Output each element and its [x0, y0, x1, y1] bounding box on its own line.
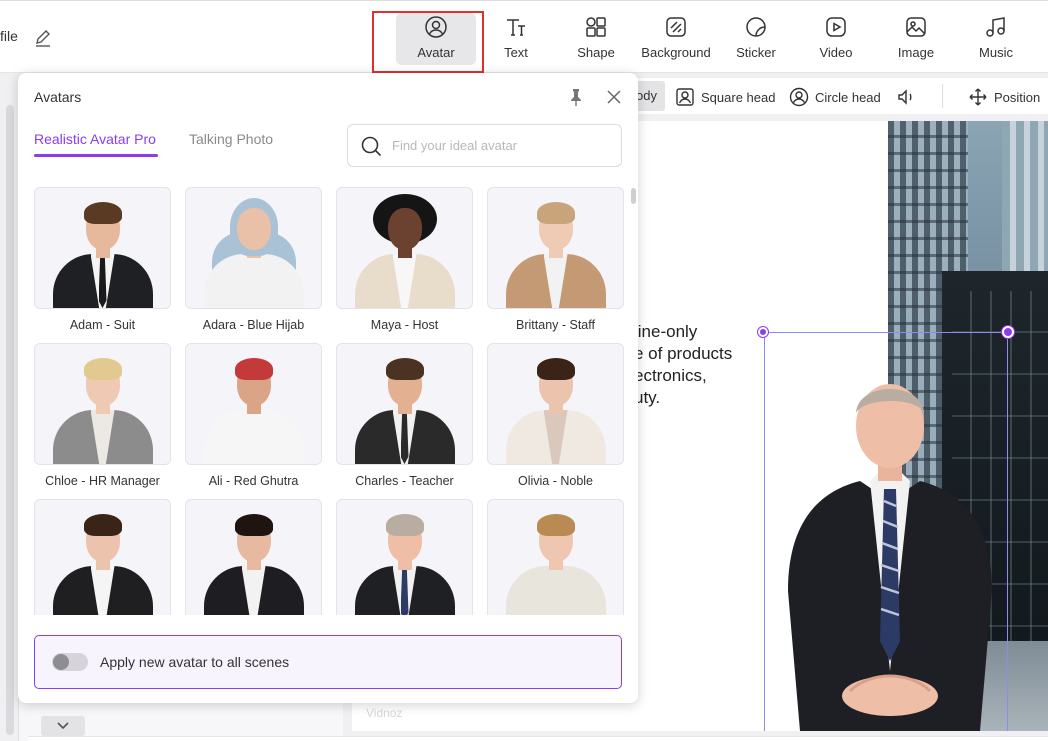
avatar-name: Adara - Blue Hijab [202, 318, 305, 332]
watermark: Vidnoz [366, 706, 403, 720]
avatar-name: Adam - Suit [69, 318, 136, 332]
divider [942, 84, 943, 108]
avatar-thumbnail[interactable] [336, 187, 473, 309]
search-input[interactable] [392, 138, 612, 153]
move-icon [969, 88, 987, 106]
panel-title: Avatars [34, 89, 82, 105]
close-icon[interactable] [604, 87, 624, 107]
video-icon [826, 17, 846, 37]
text-icon [507, 19, 525, 36]
square-head-option[interactable]: Square head [675, 87, 775, 107]
tool-label: Text [504, 45, 528, 60]
tool-shape[interactable]: Shape [556, 13, 636, 65]
tool-label: Image [897, 45, 935, 60]
avatar-name: Charles - Teacher [355, 474, 454, 488]
file-label: file [0, 28, 18, 44]
tool-label: Video [819, 45, 853, 60]
tab-talking-photo[interactable]: Talking Photo [189, 131, 273, 147]
speaker-icon [898, 89, 912, 105]
avatar-thumbnail[interactable] [185, 499, 322, 615]
avatar-thumbnail[interactable] [185, 343, 322, 465]
timeline-strip [28, 736, 1048, 741]
avatar-thumbnail[interactable] [487, 187, 624, 309]
scene-text-block[interactable]: line-only e of products ectronics, uty. [634, 321, 732, 409]
tool-text[interactable]: Text [476, 13, 556, 65]
avatar-card[interactable] [185, 499, 322, 615]
avatar-card[interactable] [34, 499, 171, 615]
position-option[interactable]: Position [968, 87, 1040, 107]
avatar-card[interactable]: Chloe - HR Manager [34, 343, 171, 488]
avatar-card[interactable] [487, 499, 624, 615]
tool-background[interactable]: Background [636, 13, 716, 65]
avatar-card[interactable]: Adam - Suit [34, 187, 171, 332]
tool-label: Background [641, 45, 711, 60]
avatars-panel: Avatars Realistic Avatar Pro Talking Pho… [18, 73, 638, 703]
avatar-name: Olivia - Noble [517, 474, 594, 488]
tool-label: Shape [577, 45, 615, 60]
background-icon [666, 17, 686, 37]
active-tab-indicator [34, 154, 158, 157]
avatar-search[interactable] [347, 124, 622, 167]
tool-image[interactable]: Image [876, 13, 956, 65]
resize-handle[interactable] [758, 327, 768, 337]
image-icon [906, 17, 926, 37]
avatar-card[interactable]: Maya - Host [336, 187, 473, 332]
avatar-thumbnail[interactable] [487, 343, 624, 465]
voice-option[interactable] [896, 87, 922, 107]
avatar-thumbnail[interactable] [34, 343, 171, 465]
avatar-card[interactable]: Adara - Blue Hijab [185, 187, 322, 332]
edit-icon[interactable] [33, 28, 53, 48]
apply-all-scenes-bar: Apply new avatar to all scenes [34, 635, 622, 689]
avatar-thumbnail[interactable] [336, 343, 473, 465]
avatar-name: Brittany - Staff [516, 318, 595, 332]
avatar-card[interactable]: Charles - Teacher [336, 343, 473, 488]
tab-realistic-avatar-pro[interactable]: Realistic Avatar Pro [34, 131, 156, 147]
tool-video[interactable]: Video [796, 13, 876, 65]
square-head-icon [676, 88, 694, 106]
chevron-down-icon [57, 722, 69, 730]
apply-all-label: Apply new avatar to all scenes [100, 654, 290, 670]
circle-head-icon [789, 87, 809, 107]
pin-icon[interactable] [566, 87, 586, 107]
avatar-name: Ali - Red Ghutra [208, 474, 299, 488]
resize-handle[interactable] [1002, 326, 1014, 338]
tool-music[interactable]: Music [956, 13, 1036, 65]
avatar-card[interactable]: Brittany - Staff [487, 187, 624, 332]
apply-all-toggle[interactable] [52, 653, 88, 671]
circle-head-option[interactable]: Circle head [789, 87, 881, 107]
avatar-tool-highlight [372, 11, 484, 73]
avatar-card[interactable]: Ali - Red Ghutra [185, 343, 322, 488]
top-toolbar: file Avatar Text Shape Background Sticke… [0, 0, 1048, 73]
avatar-name: Maya - Host [370, 318, 439, 332]
avatar-thumbnail[interactable] [34, 499, 171, 615]
avatar-grid-scrollbar[interactable] [631, 188, 636, 204]
tool-label: Sticker [736, 45, 776, 60]
avatar-grid: Adam - Suit Adara - Blue Hijab Maya - Host… [34, 187, 626, 615]
music-icon [986, 17, 1005, 37]
sticker-icon [746, 17, 766, 37]
avatar-thumbnail[interactable] [487, 499, 624, 615]
scenes-scrollbar[interactable] [6, 105, 14, 735]
avatar-card[interactable]: Olivia - Noble [487, 343, 624, 488]
avatar-thumbnail[interactable] [185, 187, 322, 309]
tool-sticker[interactable]: Sticker [716, 13, 796, 65]
collapse-button[interactable] [41, 716, 85, 736]
selection-box [764, 332, 1008, 731]
tool-label: Music [979, 45, 1013, 60]
avatar-thumbnail[interactable] [34, 187, 171, 309]
avatar-card[interactable] [336, 499, 473, 615]
avatar-thumbnail[interactable] [336, 499, 473, 615]
shape-icon [586, 17, 606, 37]
search-icon [361, 136, 382, 156]
avatar-name: Chloe - HR Manager [45, 474, 160, 488]
